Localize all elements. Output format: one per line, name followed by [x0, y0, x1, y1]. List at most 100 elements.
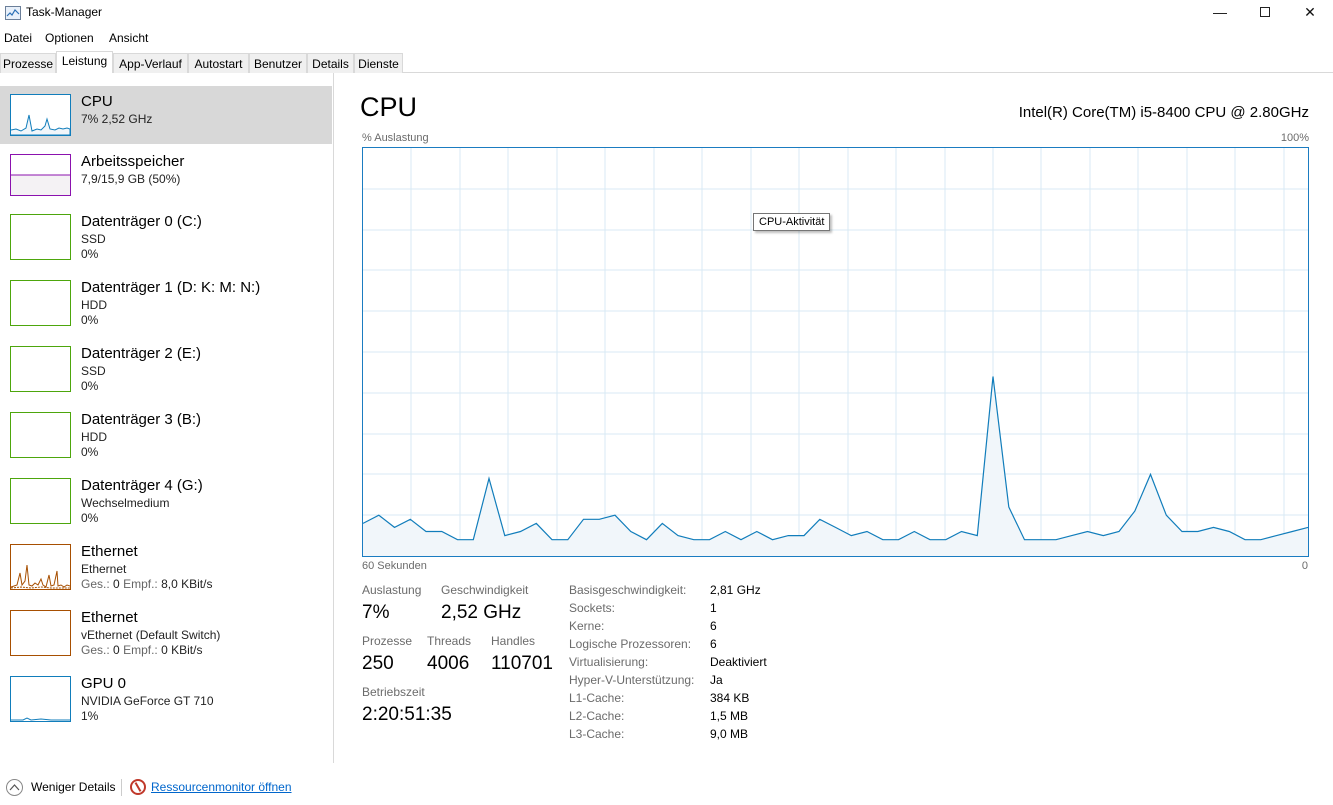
- resource-item-gpu[interactable]: GPU 0 NVIDIA GeForce GT 710 1%: [0, 668, 332, 732]
- resource-item-ethernet[interactable]: Ethernet Ethernet Ges.: 0 Empf.: 8,0 KBi…: [0, 536, 332, 600]
- resource-title: GPU 0: [81, 675, 127, 692]
- resource-title: Datenträger 0 (C:): [81, 213, 202, 230]
- info-label: Kerne:: [569, 619, 605, 633]
- resource-monitor-icon: [130, 779, 146, 795]
- cpu-model: Intel(R) Core(TM) i5-8400 CPU @ 2.80GHz: [1018, 104, 1309, 121]
- menu-datei[interactable]: Datei: [4, 31, 32, 45]
- stat-handles-value: 110701: [491, 653, 553, 674]
- y-axis-label: % Auslastung: [362, 132, 429, 144]
- tab-autostart[interactable]: Autostart: [188, 53, 249, 73]
- resource-subtitle: 7% 2,52 GHz: [81, 112, 153, 126]
- cpu-chart[interactable]: [362, 147, 1309, 557]
- chevron-up-icon[interactable]: [6, 779, 23, 796]
- resource-subtitle: vEthernet (Default Switch): [81, 628, 221, 642]
- task-manager-icon: [5, 6, 21, 20]
- resource-list: CPU 7% 2,52 GHz Arbeitsspeicher 7,9/15,9…: [0, 73, 334, 763]
- x-axis-right-label: 0: [1301, 560, 1308, 572]
- info-label: Logische Prozessoren:: [569, 637, 692, 651]
- stat-speed-label: Geschwindigkeit: [441, 583, 529, 597]
- resource-value: 0%: [81, 511, 99, 525]
- tab-prozesse[interactable]: Prozesse: [0, 53, 56, 73]
- stat-uptime-label: Betriebszeit: [362, 685, 425, 699]
- cpu-thumbnail: [10, 94, 71, 136]
- stat-auslastung-label: Auslastung: [362, 583, 422, 597]
- stat-uptime-value: 2:20:51:35: [362, 704, 452, 725]
- info-value: 384 KB: [710, 691, 750, 705]
- info-label: Basisgeschwindigkeit:: [569, 583, 687, 597]
- disk-thumbnail: [10, 412, 71, 458]
- stat-auslastung-value: 7%: [362, 602, 390, 623]
- info-label: Virtualisierung:: [569, 655, 649, 669]
- resource-title: Datenträger 2 (E:): [81, 345, 202, 362]
- resource-subtitle: NVIDIA GeForce GT 710: [81, 694, 214, 708]
- resource-value: 1%: [81, 709, 99, 723]
- send-label: Ges.:: [81, 643, 110, 657]
- maximize-icon: [1260, 6, 1270, 17]
- gpu-thumbnail: [10, 676, 71, 722]
- info-label: Sockets:: [569, 601, 616, 615]
- resource-subtitle: Wechselmedium: [81, 496, 170, 510]
- receive-value: 0 KBit/s: [161, 643, 203, 657]
- maximize-button[interactable]: [1242, 0, 1288, 26]
- open-resource-monitor-link[interactable]: Ressourcenmonitor öffnen: [151, 780, 292, 794]
- info-label: L3-Cache:: [569, 727, 625, 741]
- cpu-usage-area: [363, 376, 1308, 556]
- tab-benutzer[interactable]: Benutzer: [249, 53, 307, 73]
- info-label: Hyper-V-Unterstützung:: [569, 673, 695, 687]
- resource-title: Datenträger 1 (D: K: M: N:): [81, 279, 261, 296]
- info-value: Ja: [710, 673, 723, 687]
- info-value: 6: [710, 637, 717, 651]
- resource-item-disk-0[interactable]: Datenträger 0 (C:) SSD 0%: [0, 206, 332, 270]
- menu-ansicht[interactable]: Ansicht: [109, 31, 148, 45]
- footer-divider: [121, 779, 122, 796]
- stat-handles-label: Handles: [491, 634, 536, 648]
- resource-value: 0%: [81, 445, 99, 459]
- info-label: L1-Cache:: [569, 691, 625, 705]
- minimize-button[interactable]: —: [1197, 0, 1243, 26]
- info-value: 2,81 GHz: [710, 583, 761, 597]
- title-bar: Task-Manager — ✕: [0, 0, 1333, 26]
- resource-item-disk-1[interactable]: Datenträger 1 (D: K: M: N:) HDD 0%: [0, 272, 332, 336]
- x-axis-left-label: 60 Sekunden: [362, 560, 427, 572]
- resource-item-cpu[interactable]: CPU 7% 2,52 GHz: [0, 86, 332, 144]
- resource-subtitle: HDD: [81, 430, 107, 444]
- stat-speed-value: 2,52 GHz: [441, 602, 522, 623]
- resource-title: Ethernet: [81, 543, 138, 560]
- menu-optionen[interactable]: Optionen: [45, 31, 94, 45]
- tab-bar: Prozesse Leistung App-Verlauf Autostart …: [0, 51, 1333, 73]
- page-title: CPU: [360, 92, 418, 122]
- ethernet-thumbnail: [10, 610, 71, 656]
- close-button[interactable]: ✕: [1287, 0, 1333, 26]
- fewer-details-button[interactable]: Weniger Details: [31, 780, 115, 794]
- resource-item-memory[interactable]: Arbeitsspeicher 7,9/15,9 GB (50%): [0, 146, 332, 208]
- resource-item-disk-4[interactable]: Datenträger 4 (G:) Wechselmedium 0%: [0, 470, 332, 534]
- resource-value: 0%: [81, 313, 99, 327]
- info-value: 1,5 MB: [710, 709, 749, 723]
- disk-thumbnail: [10, 478, 71, 524]
- tab-dienste[interactable]: Dienste: [354, 53, 403, 73]
- disk-thumbnail: [10, 346, 71, 392]
- stat-threads-value: 4006: [427, 653, 470, 674]
- resource-title: Arbeitsspeicher: [81, 153, 185, 170]
- send-value: 0: [113, 577, 120, 591]
- memory-thumbnail: [10, 154, 71, 196]
- resource-item-disk-2[interactable]: Datenträger 2 (E:) SSD 0%: [0, 338, 332, 402]
- resource-item-disk-3[interactable]: Datenträger 3 (B:) HDD 0%: [0, 404, 332, 468]
- resource-title: Datenträger 4 (G:): [81, 477, 203, 494]
- chart-tooltip: CPU-Aktivität: [753, 213, 831, 231]
- resource-title: CPU: [81, 93, 113, 110]
- tab-leistung[interactable]: Leistung: [56, 51, 113, 73]
- network-throughput: Ges.: 0 Empf.: 8,0 KBit/s: [81, 577, 212, 591]
- y-axis-max-label: 100%: [1280, 132, 1309, 144]
- resource-item-vethernet[interactable]: Ethernet vEthernet (Default Switch) Ges.…: [0, 602, 332, 666]
- disk-thumbnail: [10, 280, 71, 326]
- stat-processes-label: Prozesse: [362, 634, 413, 648]
- tab-details[interactable]: Details: [307, 53, 354, 73]
- tab-app-verlauf[interactable]: App-Verlauf: [113, 53, 188, 73]
- footer: Weniger Details Ressourcenmonitor öffnen: [0, 775, 1333, 801]
- resource-value: 0%: [81, 247, 99, 261]
- resource-title: Datenträger 3 (B:): [81, 411, 202, 428]
- send-label: Ges.:: [81, 577, 110, 591]
- resource-subtitle: 7,9/15,9 GB (50%): [81, 172, 181, 186]
- resource-subtitle: SSD: [81, 232, 106, 246]
